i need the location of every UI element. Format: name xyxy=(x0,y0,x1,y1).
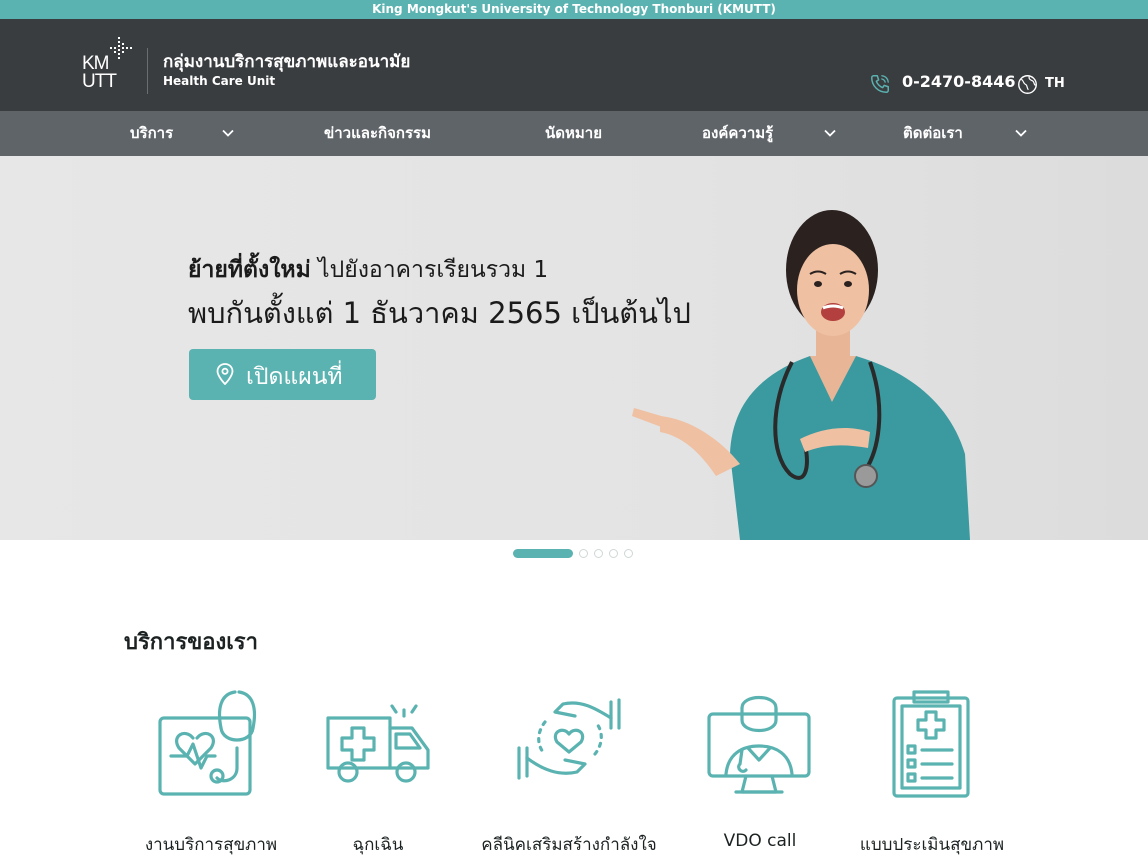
phone-number[interactable]: 0-2470-8446 xyxy=(902,72,1015,91)
service-emergency[interactable]: ฉุกเฉิน xyxy=(288,688,468,858)
video-call-doctor-icon xyxy=(707,695,811,794)
nav-item-news[interactable]: ข่าวและกิจกรรม xyxy=(324,111,431,156)
university-name: King Mongkut's University of Technology … xyxy=(372,2,776,16)
carousel-dot[interactable] xyxy=(594,549,603,558)
chevron-down-icon[interactable] xyxy=(222,127,234,139)
phone-icon xyxy=(871,75,889,93)
clipboard-checklist-icon xyxy=(892,690,970,798)
org-name-thai: กลุ่มงานบริการสุขภาพและอนามัย xyxy=(163,52,411,72)
ambulance-icon xyxy=(326,704,430,783)
nav-item-label: ติดต่อเรา xyxy=(903,124,963,142)
service-vdo-call[interactable]: VDO call xyxy=(670,688,850,858)
open-map-label: เปิดแผนที่ xyxy=(246,364,343,390)
service-health-assessment[interactable]: แบบประเมินสุขภาพ xyxy=(842,688,1022,858)
service-label: คลีนิคเสริมสร้างกำลังใจ xyxy=(481,835,657,855)
nav-item-label: บริการ xyxy=(130,124,174,142)
hero-headline-bold: ย้ายที่ตั้งใหม่ xyxy=(188,257,311,283)
chevron-down-icon[interactable] xyxy=(1015,127,1027,139)
nav-item-label: นัดหมาย xyxy=(545,124,602,142)
globe-icon[interactable] xyxy=(1017,74,1038,95)
service-label: ฉุกเฉิน xyxy=(352,835,404,855)
carousel-dot[interactable] xyxy=(579,549,588,558)
service-health-services[interactable]: งานบริการสุขภาพ xyxy=(121,688,301,858)
service-label: VDO call xyxy=(723,831,797,851)
carousel-dot[interactable] xyxy=(624,549,633,558)
hero-headline-rest: ไปยังอาคารเรียนรวม 1 xyxy=(310,257,549,283)
service-mental-health-clinic[interactable]: คลีนิคเสริมสร้างกำลังใจ xyxy=(479,688,659,858)
main-nav: บริการ ข่าวและกิจกรรม นัดหมาย องค์ความรู… xyxy=(0,111,1148,156)
kmutt-logo[interactable]: KM UTT xyxy=(82,37,134,95)
nav-item-appointment[interactable]: นัดหมาย xyxy=(545,111,602,156)
university-bar: King Mongkut's University of Technology … xyxy=(0,0,1148,19)
logo-text: KM UTT xyxy=(82,53,117,92)
nav-item-label: ข่าวและกิจกรรม xyxy=(324,124,431,142)
carousel-dot[interactable] xyxy=(609,549,618,558)
site-header: KM UTT กลุ่มงานบริการสุขภาพและอนามัย Heal… xyxy=(0,19,1148,111)
carousel-dot-active[interactable] xyxy=(513,549,573,558)
caring-hands-heart-icon xyxy=(517,698,621,780)
hero-headline: ย้ายที่ตั้งใหม่ ไปยังอาคารเรียนรวม 1 xyxy=(188,252,548,288)
nav-item-services[interactable]: บริการ xyxy=(130,111,173,156)
hero-banner[interactable]: ย้ายที่ตั้งใหม่ ไปยังอาคารเรียนรวม 1 พบก… xyxy=(0,156,1148,540)
org-name-english: Health Care Unit xyxy=(163,74,276,88)
header-divider xyxy=(147,48,148,94)
hero-subheadline: พบกันตั้งแต่ 1 ธันวาคม 2565 เป็นต้นไป xyxy=(188,296,691,330)
language-switcher[interactable]: TH xyxy=(1045,76,1065,91)
service-label: แบบประเมินสุขภาพ xyxy=(859,835,1005,855)
chevron-down-icon[interactable] xyxy=(824,127,836,139)
nav-item-label: องค์ความรู้ xyxy=(702,124,774,142)
open-map-button[interactable]: เปิดแผนที่ xyxy=(189,349,376,400)
nurse-photo xyxy=(632,210,970,540)
location-pin-icon xyxy=(216,363,234,385)
nav-item-contact[interactable]: ติดต่อเรา xyxy=(903,111,963,156)
nav-item-knowledge[interactable]: องค์ความรู้ xyxy=(702,111,773,156)
service-label: งานบริการสุขภาพ xyxy=(144,835,278,855)
services-title: บริการของเรา xyxy=(124,630,258,655)
health-record-stethoscope-icon xyxy=(158,690,257,796)
